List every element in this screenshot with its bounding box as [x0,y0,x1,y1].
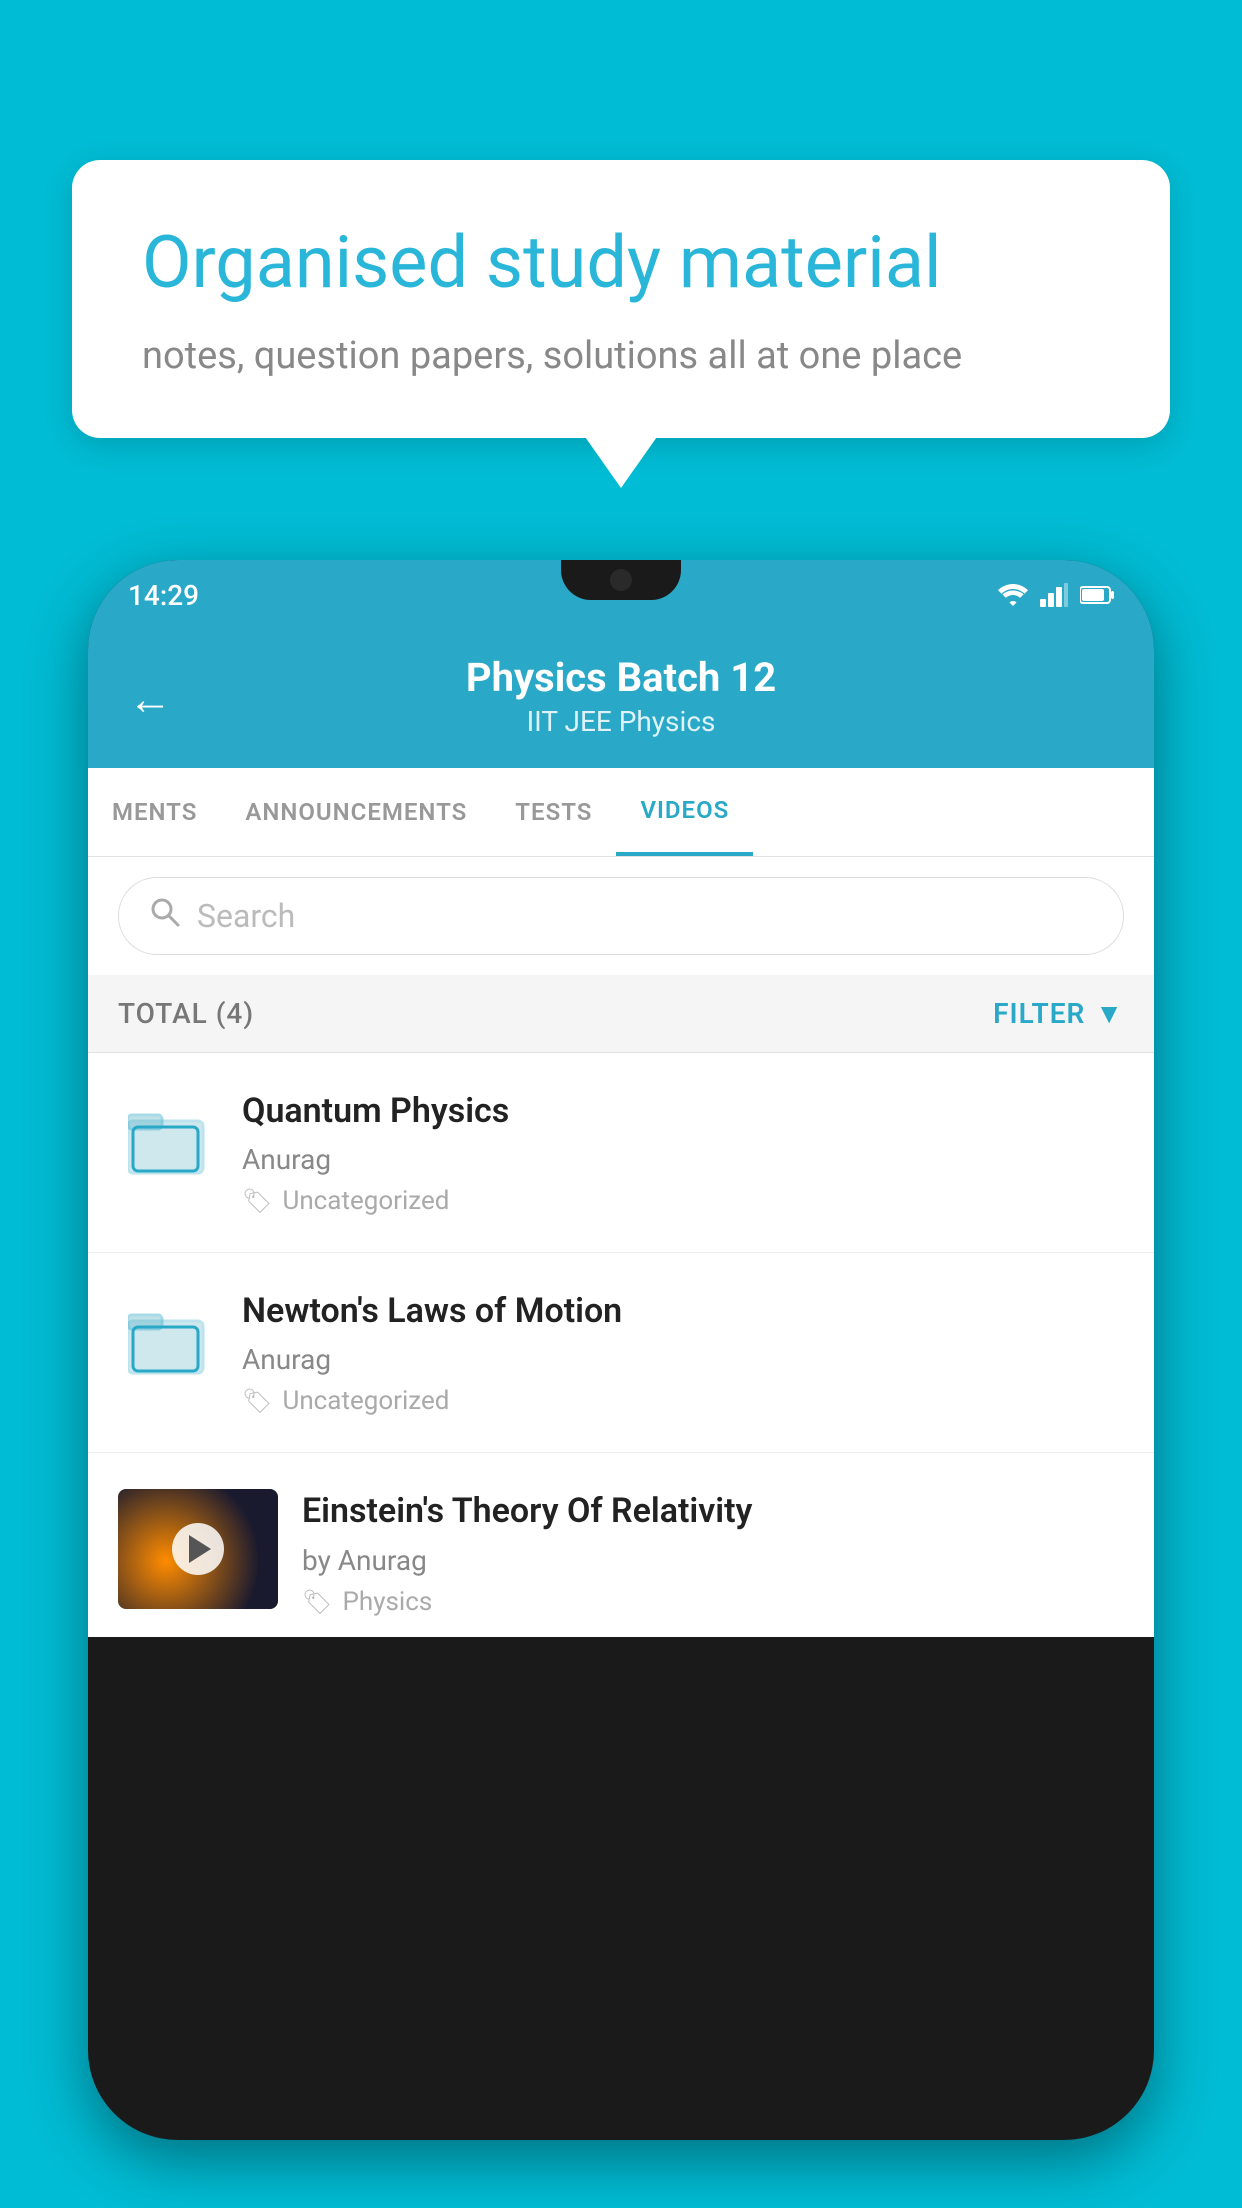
search-icon [149,896,181,936]
video-info: Newton's Laws of Motion Anurag 🏷 Uncateg… [242,1289,1124,1416]
folder-icon [118,1297,218,1387]
tab-tests[interactable]: TESTS [491,770,616,854]
tag-icon: 🏷 [242,1187,272,1215]
tag-text: Uncategorized [282,1186,449,1216]
tab-videos[interactable]: VIDEOS [616,768,753,856]
search-placeholder: Search [197,897,295,935]
search-container: Search [88,857,1154,975]
play-triangle-icon [189,1535,211,1563]
list-item[interactable]: Einstein's Theory Of Relativity by Anura… [88,1453,1154,1636]
app-header: ← Physics Batch 12 IIT JEE Physics [88,630,1154,768]
status-icons [998,583,1114,607]
filter-button[interactable]: FILTER ▼ [993,997,1124,1030]
filter-funnel-icon: ▼ [1095,997,1124,1030]
list-item[interactable]: Newton's Laws of Motion Anurag 🏷 Uncateg… [88,1253,1154,1453]
bubble-subtitle: notes, question papers, solutions all at… [142,334,1100,378]
tabs-bar: MENTS ANNOUNCEMENTS TESTS VIDEOS [88,768,1154,857]
tag-icon: 🏷 [242,1387,272,1415]
header-subtitle: IIT JEE Physics [128,705,1114,738]
video-author: Anurag [242,1343,1124,1376]
thumb-background [118,1489,278,1609]
battery-icon [1080,585,1114,605]
tag-icon: 🏷 [302,1588,332,1616]
tab-ments[interactable]: MENTS [88,770,221,854]
filter-label: FILTER [993,997,1085,1030]
video-title: Newton's Laws of Motion [242,1289,1124,1333]
back-button[interactable]: ← [128,673,172,725]
phone-frame: 14:29 [88,560,1154,2140]
total-count: TOTAL (4) [118,997,254,1030]
search-bar[interactable]: Search [118,877,1124,955]
filter-bar: TOTAL (4) FILTER ▼ [88,975,1154,1053]
video-title: Einstein's Theory Of Relativity [302,1489,1124,1533]
video-author: Anurag [242,1143,1124,1176]
folder-icon [118,1097,218,1187]
bubble-title: Organised study material [142,220,1100,306]
video-tag: 🏷 Uncategorized [242,1386,1124,1416]
tag-text: Uncategorized [282,1386,449,1416]
wifi-icon [998,583,1028,607]
list-item[interactable]: Quantum Physics Anurag 🏷 Uncategorized [88,1053,1154,1253]
status-time: 14:29 [128,579,199,612]
status-bar: 14:29 [88,560,1154,630]
tag-text: Physics [342,1587,432,1617]
video-info: Einstein's Theory Of Relativity by Anura… [302,1489,1124,1616]
video-info: Quantum Physics Anurag 🏷 Uncategorized [242,1089,1124,1216]
speech-bubble: Organised study material notes, question… [72,160,1170,438]
tab-announcements[interactable]: ANNOUNCEMENTS [221,770,491,854]
notch [561,560,681,600]
video-tag: 🏷 Physics [302,1587,1124,1617]
video-author: by Anurag [302,1544,1124,1577]
play-button[interactable] [172,1523,224,1575]
video-thumbnail [118,1489,278,1609]
header-title: Physics Batch 12 [128,654,1114,701]
video-list: Quantum Physics Anurag 🏷 Uncategorized N… [88,1053,1154,1637]
camera-dot [610,569,632,591]
video-tag: 🏷 Uncategorized [242,1186,1124,1216]
video-title: Quantum Physics [242,1089,1124,1133]
signal-icon [1040,583,1068,607]
